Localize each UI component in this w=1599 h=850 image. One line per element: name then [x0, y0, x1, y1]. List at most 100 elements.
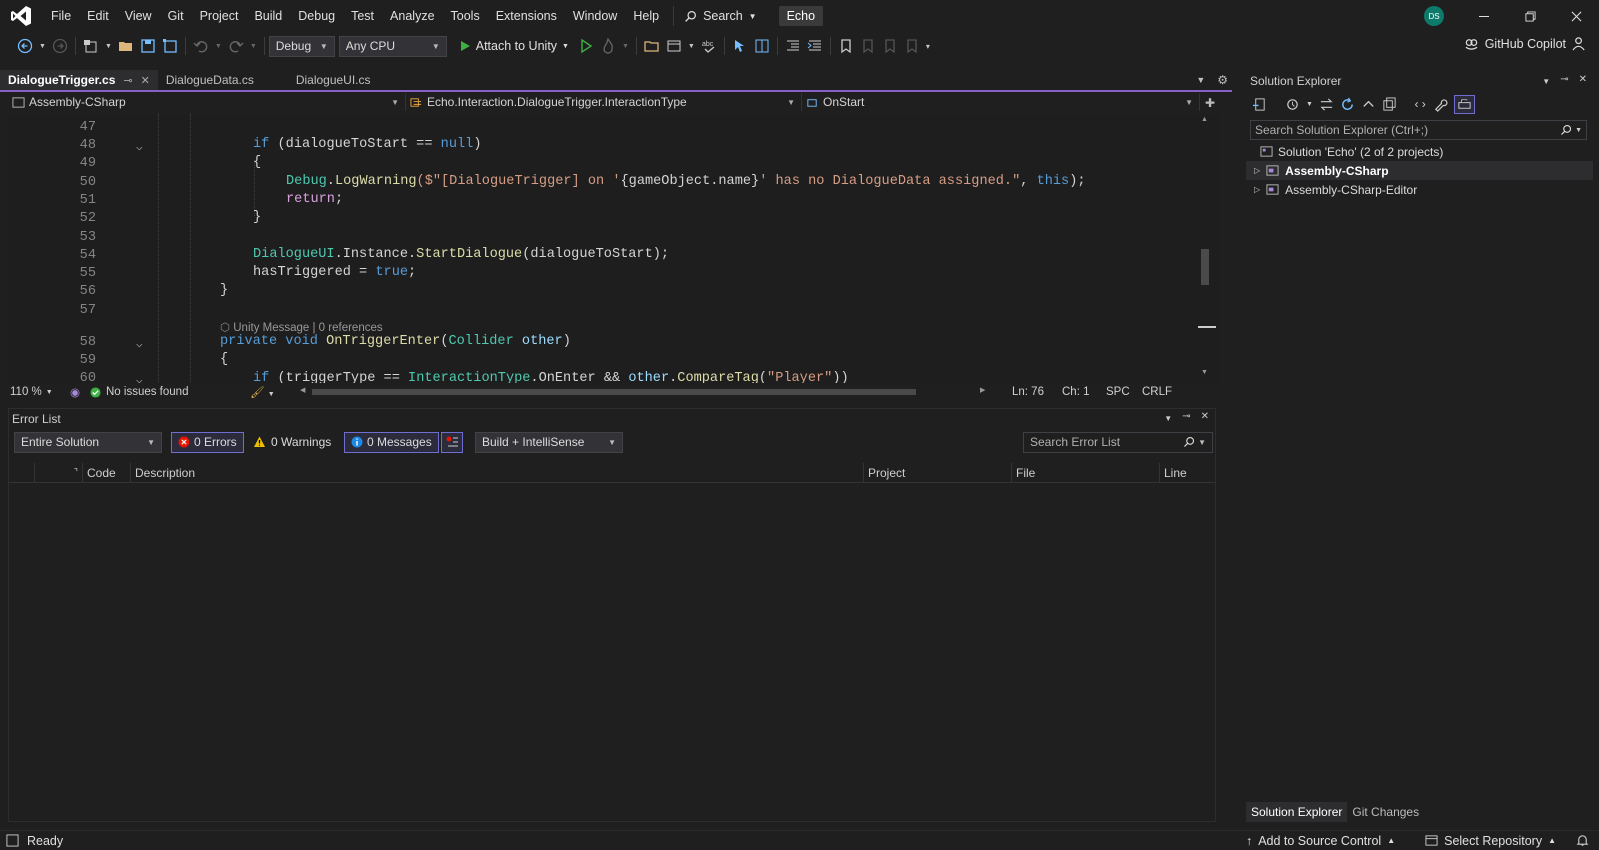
project-node-assembly-csharp[interactable]: ▷ Assembly-CSharp: [1246, 161, 1593, 180]
codelens-hint[interactable]: ⬡ Unity Message | 0 references: [220, 320, 383, 334]
h-scroll-thumb[interactable]: [312, 389, 916, 395]
menu-edit[interactable]: Edit: [79, 0, 117, 32]
toggle-panes-button[interactable]: [751, 35, 773, 57]
tab-solution-explorer[interactable]: Solution Explorer: [1246, 802, 1348, 822]
menu-tools[interactable]: Tools: [443, 0, 488, 32]
tab-dialogueui[interactable]: DialogueUI.cs: [288, 70, 406, 90]
solution-node[interactable]: Solution 'Echo' (2 of 2 projects): [1246, 142, 1593, 161]
feedback-person-icon[interactable]: [1572, 36, 1587, 51]
line-ending-indicator[interactable]: CRLF: [1142, 386, 1178, 398]
fold-chevron-icon[interactable]: ⌵: [136, 140, 143, 154]
back-dropdown-icon[interactable]: ▼: [36, 35, 49, 57]
close-panel-icon[interactable]: ✕: [1579, 74, 1587, 86]
tab-dialoguetrigger[interactable]: DialogueTrigger.cs ⊸ ✕: [0, 70, 158, 90]
undo-dropdown-icon[interactable]: ▼: [212, 35, 225, 57]
close-tab-icon[interactable]: ✕: [141, 74, 150, 87]
menu-test[interactable]: Test: [343, 0, 382, 32]
tab-dialoguedata[interactable]: DialogueData.cs: [158, 70, 288, 90]
scroll-left-icon[interactable]: ◀: [300, 386, 305, 394]
errors-filter-toggle[interactable]: 0 Errors: [171, 431, 244, 453]
editor-vertical-scrollbar[interactable]: ▲ ▼: [1198, 114, 1216, 380]
undo-button[interactable]: [190, 35, 212, 57]
pin-icon[interactable]: ⊸: [1560, 74, 1568, 86]
menu-help[interactable]: Help: [625, 0, 667, 32]
hot-reload-dropdown-icon[interactable]: ▼: [619, 35, 632, 57]
preview-selected-items-icon[interactable]: [1454, 95, 1476, 114]
github-copilot-button[interactable]: GitHub Copilot: [1464, 36, 1587, 51]
column-code[interactable]: Code: [83, 463, 131, 482]
scope-dropdown[interactable]: Entire Solution ▼: [14, 431, 162, 453]
scroll-thumb[interactable]: [1201, 249, 1209, 285]
column-sort-icon[interactable]: ⌝: [35, 463, 83, 482]
type-dropdown[interactable]: Echo.Interaction.DialogueTrigger.Interac…: [406, 93, 802, 111]
new-dropdown-icon[interactable]: ▼: [102, 35, 115, 57]
menu-file[interactable]: File: [43, 0, 79, 32]
visual-studio-logo-icon[interactable]: [9, 4, 33, 28]
outdent-button[interactable]: [782, 35, 804, 57]
select-element-button[interactable]: [729, 35, 751, 57]
settings-gear-icon[interactable]: ⚙: [1213, 70, 1232, 90]
column-project[interactable]: Project: [864, 463, 1012, 482]
output-window-icon[interactable]: [6, 834, 19, 847]
project-node-assembly-csharp-editor[interactable]: ▷ Assembly-CSharp-Editor: [1246, 180, 1593, 199]
navigate-back-button[interactable]: [14, 35, 36, 57]
menu-build[interactable]: Build: [246, 0, 290, 32]
column-line[interactable]: Line: [1160, 463, 1215, 482]
column-description[interactable]: Description: [131, 463, 864, 482]
layout-dropdown-icon[interactable]: ▼: [685, 35, 698, 57]
editor-horizontal-scrollbar[interactable]: ◀ ▶: [300, 385, 990, 399]
scroll-down-icon[interactable]: ▼: [1201, 369, 1208, 376]
solution-name-badge[interactable]: Echo: [778, 6, 824, 26]
expand-arrow-icon[interactable]: ▷: [1254, 166, 1260, 175]
navigate-forward-button[interactable]: [49, 35, 71, 57]
platform-select[interactable]: Any CPU ▼: [338, 35, 447, 57]
notifications-bell-icon[interactable]: [1576, 834, 1589, 847]
spell-check-button[interactable]: abc: [698, 35, 720, 57]
solution-configurations-button[interactable]: [663, 35, 685, 57]
tab-git-changes[interactable]: Git Changes: [1347, 802, 1424, 822]
new-project-button[interactable]: [80, 35, 102, 57]
column-file[interactable]: File: [1012, 463, 1160, 482]
column-select[interactable]: [9, 463, 35, 482]
open-folder-in-explorer-button[interactable]: [641, 35, 663, 57]
warnings-filter-toggle[interactable]: 0 Warnings: [253, 431, 331, 453]
save-button[interactable]: [137, 35, 159, 57]
collapse-all-icon[interactable]: [1361, 97, 1376, 112]
redo-dropdown-icon[interactable]: ▼: [247, 35, 260, 57]
sync-with-document-icon[interactable]: [1319, 97, 1334, 112]
scroll-up-icon[interactable]: ▲: [1201, 116, 1208, 123]
start-without-debugging-button[interactable]: [575, 35, 597, 57]
menu-git[interactable]: Git: [160, 0, 192, 32]
restore-button[interactable]: [1507, 0, 1553, 32]
close-panel-icon[interactable]: ✕: [1201, 411, 1209, 423]
filter-toggle-button[interactable]: [441, 431, 463, 453]
minimize-button[interactable]: [1461, 0, 1507, 32]
next-bookmark-button[interactable]: [879, 35, 901, 57]
toolbar-overflow-icon[interactable]: ▾: [923, 35, 933, 57]
refresh-icon[interactable]: [1340, 97, 1355, 112]
solution-explorer-search-input[interactable]: Search Solution Explorer (Ctrl+;) ▼: [1250, 120, 1587, 140]
panel-options-icon[interactable]: ▼: [1164, 411, 1172, 423]
split-editor-icon[interactable]: ✚: [1200, 93, 1220, 113]
fold-chevron-icon[interactable]: ⌵: [136, 337, 143, 351]
build-filter-dropdown[interactable]: Build + IntelliSense ▼: [475, 431, 623, 453]
chevron-down-icon[interactable]: ▼: [1306, 101, 1313, 108]
copilot-status-icon[interactable]: ◉: [70, 385, 90, 399]
pin-icon[interactable]: ⊸: [1182, 411, 1190, 423]
previous-bookmark-button[interactable]: [857, 35, 879, 57]
open-file-button[interactable]: [115, 35, 137, 57]
save-all-button[interactable]: [159, 35, 181, 57]
menu-project[interactable]: Project: [192, 0, 247, 32]
clear-bookmarks-button[interactable]: [901, 35, 923, 57]
search-button[interactable]: Search ▼: [673, 6, 767, 26]
code-editor[interactable]: 47 48 49 50 51 52 53 54 55 56 57 58 59 6…: [8, 114, 1220, 388]
line-indicator[interactable]: Ln: 76: [1012, 386, 1062, 398]
tab-list-dropdown-icon[interactable]: ▼: [1188, 70, 1213, 90]
add-to-source-control-button[interactable]: ↑ Add to Source Control ▲: [1246, 834, 1395, 848]
menu-window[interactable]: Window: [565, 0, 625, 32]
messages-filter-toggle[interactable]: 0 Messages: [344, 431, 439, 453]
select-repository-button[interactable]: Select Repository ▲: [1425, 834, 1556, 848]
hot-reload-button[interactable]: [597, 35, 619, 57]
error-list-search-input[interactable]: Search Error List ▼: [1023, 431, 1213, 453]
menu-view[interactable]: View: [117, 0, 160, 32]
